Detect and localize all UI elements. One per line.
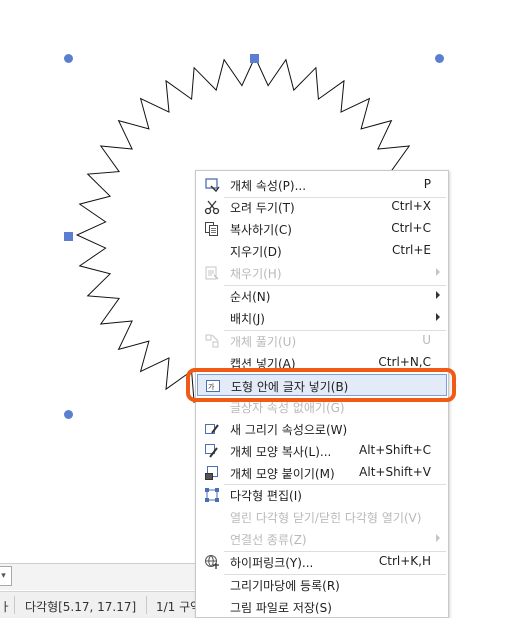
menu-item-label: 개체 모양 복사(L)... xyxy=(230,445,332,459)
menu-item-label: 열린 다각형 닫기/닫힌 다각형 열기(V) xyxy=(230,511,422,525)
menu-item-label: 연결선 종류(Z) xyxy=(230,533,307,547)
menu-item-fill[interactable]: 채우기(H) xyxy=(197,262,447,284)
menu-item-register-drawing-gallery[interactable]: 그리기마당에 등록(R) xyxy=(197,574,447,596)
status-left-fragment: ㅏ xyxy=(0,600,12,614)
menu-item-label: 개체 모양 붙이기(M) xyxy=(230,467,335,481)
menu-item-arrange[interactable]: 배치(J) xyxy=(197,307,447,329)
status-bar: ㅏ 다각형[5.17, 17.17] 1/1 구역 xyxy=(0,591,201,618)
menu-item-label: 하이퍼링크(Y)... xyxy=(230,556,314,570)
menu-item-label: 배치(J) xyxy=(230,312,265,326)
menu-item-copy-object-shape[interactable]: 개체 모양 복사(L)... Alt+Shift+C xyxy=(197,440,447,462)
menu-item-order[interactable]: 순서(N) xyxy=(197,285,447,307)
sheet-tab-bar xyxy=(0,563,200,590)
copy-icon xyxy=(204,221,220,237)
menu-item-cut[interactable]: 오려 두기(T) Ctrl+X xyxy=(197,196,447,218)
menu-item-label: 채우기(H) xyxy=(230,267,282,281)
menu-item-label: 개체 풀기(U) xyxy=(230,335,297,349)
selection-handle-top[interactable] xyxy=(250,54,259,63)
object-properties-icon xyxy=(204,177,220,193)
paste-object-shape-icon xyxy=(204,465,220,481)
menu-item-shortcut: Alt+Shift+C xyxy=(358,443,431,457)
menu-item-label: 그림 파일로 저장(S) xyxy=(230,601,332,615)
status-object-info: 다각형[5.17, 17.17] xyxy=(25,600,137,614)
menu-item-toggle-polygon-closed[interactable]: 열린 다각형 닫기/닫힌 다각형 열기(V) xyxy=(197,506,447,528)
menu-item-label: 다각형 편집(I) xyxy=(230,489,302,503)
menu-item-label: 개체 속성(P)... xyxy=(230,179,307,193)
tab-scroll-arrow-icon[interactable]: ▾ xyxy=(0,566,12,586)
menu-item-shortcut: Ctrl+C xyxy=(391,221,431,235)
ungroup-icon xyxy=(204,333,220,349)
highlight-ring-annotation xyxy=(186,368,456,402)
submenu-arrow-icon xyxy=(436,313,440,321)
menu-item-label: 그리기마당에 등록(R) xyxy=(230,579,340,593)
menu-item-shortcut: Ctrl+K,H xyxy=(378,554,431,568)
copy-object-shape-icon xyxy=(204,443,220,459)
menu-item-ungroup[interactable]: 개체 풀기(U) U xyxy=(197,330,447,352)
hyperlink-icon xyxy=(204,554,220,570)
menu-item-shortcut: U xyxy=(422,333,431,347)
menu-item-delete[interactable]: 지우기(D) Ctrl+E xyxy=(197,240,447,262)
selection-handle-bottom-left[interactable] xyxy=(64,410,73,419)
menu-item-shortcut: Alt+Shift+V xyxy=(359,465,431,479)
selection-handle-top-right[interactable] xyxy=(435,54,444,63)
new-drawing-properties-icon xyxy=(204,421,220,437)
submenu-arrow-icon xyxy=(436,268,440,276)
menu-item-paste-object-shape[interactable]: 개체 모양 붙이기(M) Alt+Shift+V xyxy=(197,462,447,484)
menu-item-connector-type[interactable]: 연결선 종류(Z) xyxy=(197,528,447,550)
menu-item-edit-polygon[interactable]: 다각형 편집(I) xyxy=(197,484,447,506)
menu-item-shortcut: Ctrl+X xyxy=(391,199,431,213)
submenu-arrow-icon xyxy=(436,534,440,542)
selection-handle-left[interactable] xyxy=(64,232,73,241)
menu-item-label: 새 그리기 속성으로(W) xyxy=(230,423,348,437)
menu-item-object-properties[interactable]: 개체 속성(P)... P xyxy=(197,174,447,196)
menu-item-shortcut: P xyxy=(423,177,431,191)
menu-item-label: 순서(N) xyxy=(230,290,271,304)
menu-item-label: 복사하기(C) xyxy=(230,223,292,237)
menu-item-copy[interactable]: 복사하기(C) Ctrl+C xyxy=(197,218,447,240)
edit-polygon-icon xyxy=(204,487,220,503)
scissors-icon xyxy=(204,199,220,215)
menu-item-shortcut: Ctrl+N,C xyxy=(378,355,431,369)
menu-item-new-drawing-properties[interactable]: 새 그리기 속성으로(W) xyxy=(197,418,447,440)
menu-item-shortcut: Ctrl+E xyxy=(392,243,431,257)
fill-icon xyxy=(204,265,220,281)
menu-item-hyperlink[interactable]: 하이퍼링크(Y)... Ctrl+K,H xyxy=(197,551,447,573)
menu-item-save-as-image[interactable]: 그림 파일로 저장(S) xyxy=(197,596,447,618)
submenu-arrow-icon xyxy=(436,291,440,299)
selection-handle-top-left[interactable] xyxy=(64,54,73,63)
menu-item-label: 지우기(D) xyxy=(230,245,282,259)
menu-item-label: 오려 두기(T) xyxy=(230,201,295,215)
